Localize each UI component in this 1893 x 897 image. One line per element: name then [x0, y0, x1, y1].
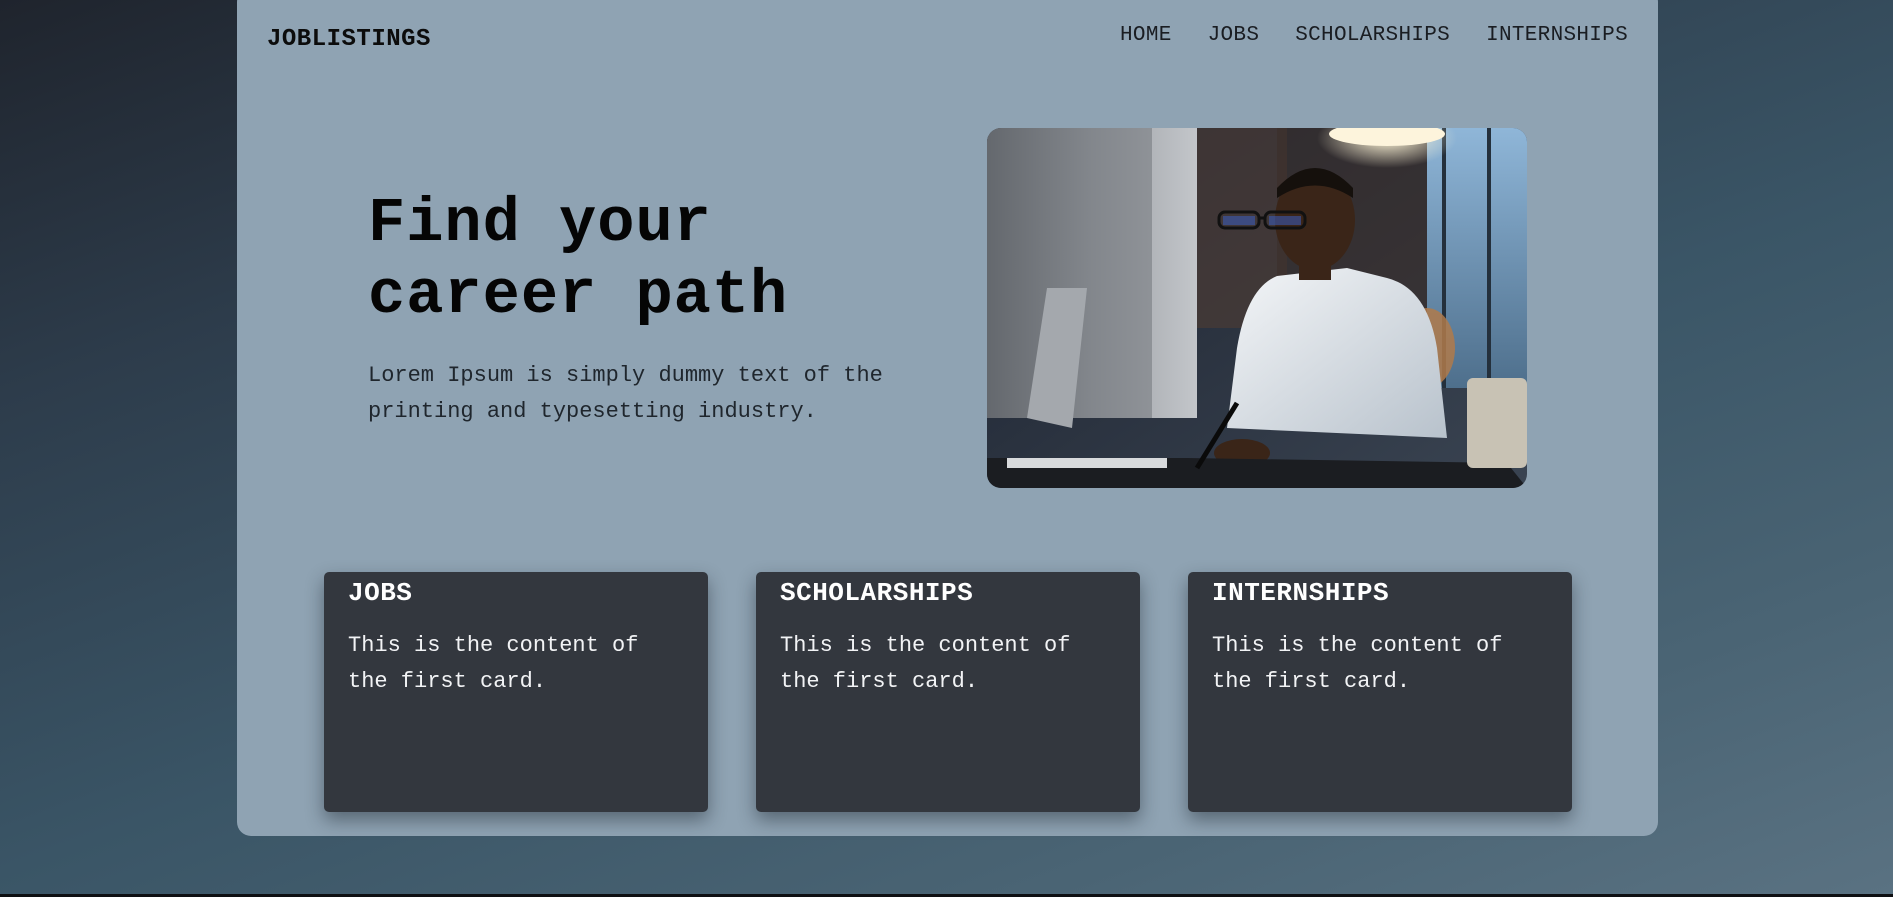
card-text: This is the content of the first card.	[348, 633, 639, 694]
nav-item-scholarships[interactable]: SCHOLARSHIPS	[1295, 24, 1450, 47]
card-title: SCHOLARSHIPS	[780, 578, 974, 608]
card-jobs[interactable]: JOBS This is the content of the first ca…	[324, 572, 708, 812]
card-title: JOBS	[348, 578, 413, 608]
card-text: This is the content of the first card.	[1212, 633, 1503, 694]
nav-item-home[interactable]: HOME	[1120, 24, 1172, 47]
top-nav: HOME JOBS SCHOLARSHIPS INTERNSHIPS	[1120, 24, 1628, 47]
main-panel: JOBLISTINGS HOME JOBS SCHOLARSHIPS INTER…	[237, 0, 1658, 836]
nav-item-jobs[interactable]: JOBS	[1208, 24, 1260, 47]
hero-description: Lorem Ipsum is simply dummy text of the …	[368, 363, 883, 424]
hero-image	[987, 128, 1527, 488]
person-at-computer-photo	[987, 128, 1527, 488]
category-cards: JOBS This is the content of the first ca…	[324, 572, 1572, 812]
card-title: INTERNSHIPS	[1212, 578, 1390, 608]
card-scholarships[interactable]: SCHOLARSHIPS This is the content of the …	[756, 572, 1140, 812]
hero-title: Find your career path	[368, 188, 789, 331]
brand-logo[interactable]: JOBLISTINGS	[267, 26, 431, 53]
card-text: This is the content of the first card.	[780, 633, 1071, 694]
nav-item-internships[interactable]: INTERNSHIPS	[1486, 24, 1628, 47]
card-internships[interactable]: INTERNSHIPS This is the content of the f…	[1188, 572, 1572, 812]
